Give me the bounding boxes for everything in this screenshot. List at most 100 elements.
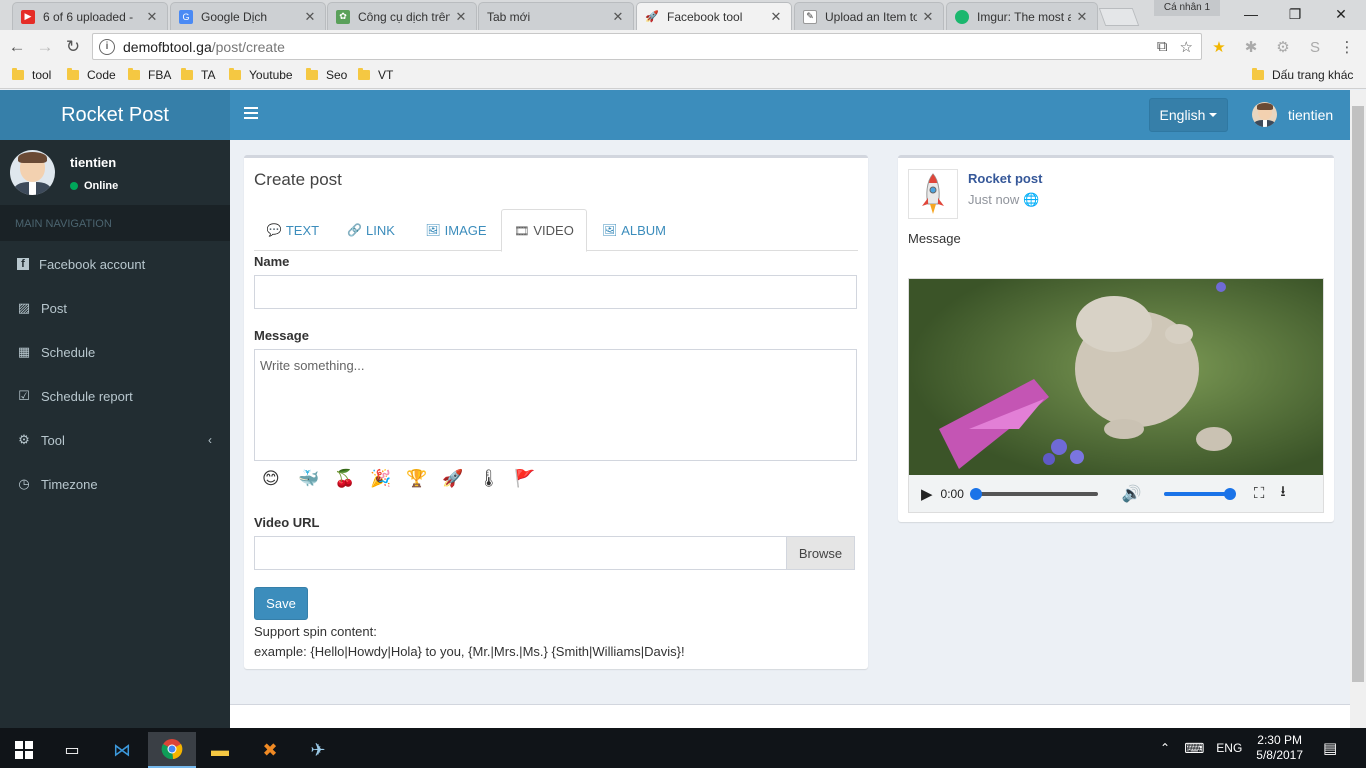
cherry-emoji-icon[interactable]: 🍒 xyxy=(334,469,370,489)
close-icon[interactable]: ✕ xyxy=(454,9,468,25)
browser-tab-0[interactable]: ▶ 6 of 6 uploaded - ✕ xyxy=(12,2,168,30)
rocket-emoji-icon[interactable]: 🚀 xyxy=(442,469,478,489)
bookmark-star-icon[interactable]: ☆ xyxy=(1180,38,1193,56)
close-icon[interactable]: ✕ xyxy=(303,9,317,25)
tab-link[interactable]: 🔗 LINK xyxy=(338,209,404,251)
browser-tab-3[interactable]: Tab mới ✕ xyxy=(478,2,634,30)
browser-tab-4[interactable]: 🚀 Facebook tool ✕ xyxy=(636,2,792,30)
other-bookmarks[interactable]: Dấu trang khác xyxy=(1252,68,1353,82)
chrome-icon[interactable] xyxy=(148,732,196,768)
sidebar-item-facebook-account[interactable]: f Facebook account xyxy=(0,242,230,286)
bookmark-folder[interactable]: VT xyxy=(358,68,393,82)
extension-icon[interactable]: ✱ xyxy=(1242,38,1260,56)
xampp-icon[interactable]: ✖ xyxy=(246,732,294,768)
close-icon[interactable]: ✕ xyxy=(1075,9,1089,25)
clock[interactable]: 2:30 PM 5/8/2017 xyxy=(1256,733,1303,763)
bookmark-folder[interactable]: Code xyxy=(67,68,116,82)
keyboard-icon[interactable]: ⌨ xyxy=(1184,740,1204,757)
back-icon[interactable]: ← xyxy=(6,36,28,58)
windows-start-icon[interactable] xyxy=(0,732,48,768)
whale-emoji-icon[interactable]: 🐳 xyxy=(298,469,334,489)
bookmark-folder[interactable]: FBA xyxy=(128,68,171,82)
browser-tab-5[interactable]: ✎ Upload an Item to ✕ xyxy=(794,2,944,30)
download-icon[interactable]: ⭳ xyxy=(1280,481,1285,506)
window-close-icon[interactable]: ✕ xyxy=(1318,0,1364,28)
translate-icon[interactable]: ⧉ xyxy=(1157,38,1168,56)
file-explorer-icon[interactable]: ▬ xyxy=(196,732,244,768)
sidebar-toggle-icon[interactable] xyxy=(244,107,258,121)
folder-icon xyxy=(358,68,370,80)
flag-emoji-icon[interactable]: 🚩 xyxy=(514,469,550,489)
video-url-input[interactable]: Browse xyxy=(254,536,855,570)
sidebar-item-timezone[interactable]: ◷ Timezone xyxy=(0,462,230,506)
fullscreen-icon[interactable]: ⛶ xyxy=(1254,485,1265,502)
reload-icon[interactable]: ↻ xyxy=(62,36,84,58)
minimize-icon[interactable]: — xyxy=(1228,0,1274,28)
video-progress-bar[interactable] xyxy=(969,487,1098,500)
volume-icon[interactable]: 🔊 xyxy=(1122,484,1142,504)
smile-emoji-icon[interactable]: 😊 xyxy=(262,469,298,489)
trophy-emoji-icon[interactable]: 🏆 xyxy=(406,469,442,489)
tab-video[interactable]: 🎞 VIDEO xyxy=(501,209,587,252)
tab-text[interactable]: 💬 TEXT xyxy=(258,209,328,251)
volume-knob[interactable] xyxy=(1223,487,1236,500)
video-player[interactable]: ▶ 0:00 🔊 ⛶ ⭳ xyxy=(908,278,1324,513)
browser-tab-2[interactable]: ✿ Công cụ dịch trên ✕ xyxy=(327,2,477,30)
skype-icon[interactable]: S xyxy=(1306,38,1324,56)
browser-profile[interactable]: Cá nhân 1 xyxy=(1154,0,1220,16)
page-scrollbar[interactable] xyxy=(1350,90,1366,728)
browser-tab-label: Google Dịch xyxy=(201,9,268,24)
chevron-up-icon[interactable]: ⌃ xyxy=(1160,741,1170,755)
language-dropdown[interactable]: English xyxy=(1149,98,1228,132)
bookmark-folder[interactable]: tool xyxy=(12,68,51,82)
play-icon[interactable]: ▶ xyxy=(921,485,933,503)
notifications-icon[interactable]: ▤ xyxy=(1323,739,1337,757)
bookmark-folder[interactable]: Seo xyxy=(306,68,347,82)
video-frame[interactable] xyxy=(909,279,1323,475)
menu-icon[interactable]: ⋮ xyxy=(1338,38,1356,56)
nav-header: MAIN NAVIGATION xyxy=(0,205,230,241)
name-input[interactable] xyxy=(254,275,857,309)
extension-gear-icon[interactable]: ⚙ xyxy=(1274,38,1292,56)
user-menu[interactable]: tientien xyxy=(1252,102,1333,127)
thermometer-emoji-icon[interactable]: 🌡 xyxy=(478,469,514,489)
scrollbar-thumb[interactable] xyxy=(1352,106,1364,682)
close-icon[interactable]: ✕ xyxy=(611,9,625,25)
close-icon[interactable]: ✕ xyxy=(921,9,935,25)
message-textarea[interactable]: Write something... xyxy=(254,349,857,461)
bookmark-folder[interactable]: Youtube xyxy=(229,68,293,82)
address-bar[interactable]: i demofbtool.ga/post/create ⧉ ☆ xyxy=(92,33,1202,60)
sidebar-item-post[interactable]: ▨ Post xyxy=(0,286,230,330)
sidebar-item-schedule[interactable]: ▦ Schedule xyxy=(0,330,230,374)
url-host: demofbtool.ga xyxy=(123,38,212,55)
app-icon[interactable]: ✈ xyxy=(294,732,342,768)
video-thumbnail xyxy=(909,279,1323,475)
footer xyxy=(230,704,1350,728)
bookmark-folder[interactable]: TA xyxy=(181,68,215,82)
page-name-link[interactable]: Rocket post xyxy=(968,171,1042,186)
close-icon[interactable]: ✕ xyxy=(769,9,783,25)
star-extension-icon[interactable]: ★ xyxy=(1210,38,1228,56)
tab-image[interactable]: 🖼 IMAGE xyxy=(418,209,494,251)
visual-studio-icon[interactable]: ⋈ xyxy=(98,732,146,768)
progress-knob[interactable] xyxy=(969,487,982,500)
close-icon[interactable]: ✕ xyxy=(145,9,159,25)
browser-tab-label: Tab mới xyxy=(487,9,531,24)
save-button[interactable]: Save xyxy=(254,587,308,620)
browser-tab-6[interactable]: Imgur: The most a ✕ xyxy=(946,2,1098,30)
restore-icon[interactable]: ❐ xyxy=(1272,0,1318,28)
info-icon[interactable]: i xyxy=(99,38,115,55)
task-view-icon[interactable]: ▭ xyxy=(48,732,96,768)
sidebar-item-schedule-report[interactable]: ☑ Schedule report xyxy=(0,374,230,418)
party-emoji-icon[interactable]: 🎉 xyxy=(370,469,406,489)
browser-tab-1[interactable]: G Google Dịch ✕ xyxy=(170,2,326,30)
input-language[interactable]: ENG xyxy=(1216,741,1242,755)
tab-album[interactable]: 🖼 ALBUM xyxy=(596,209,672,251)
volume-slider[interactable] xyxy=(1163,487,1236,500)
app-logo[interactable]: Rocket Post xyxy=(0,90,230,140)
sidebar-item-tool[interactable]: ⚙ Tool ‹ xyxy=(0,418,230,462)
new-tab-button[interactable] xyxy=(1098,8,1140,26)
topbar-username: tientien xyxy=(1288,106,1334,123)
browse-button[interactable]: Browse xyxy=(786,537,854,569)
forward-icon[interactable]: → xyxy=(34,36,56,58)
